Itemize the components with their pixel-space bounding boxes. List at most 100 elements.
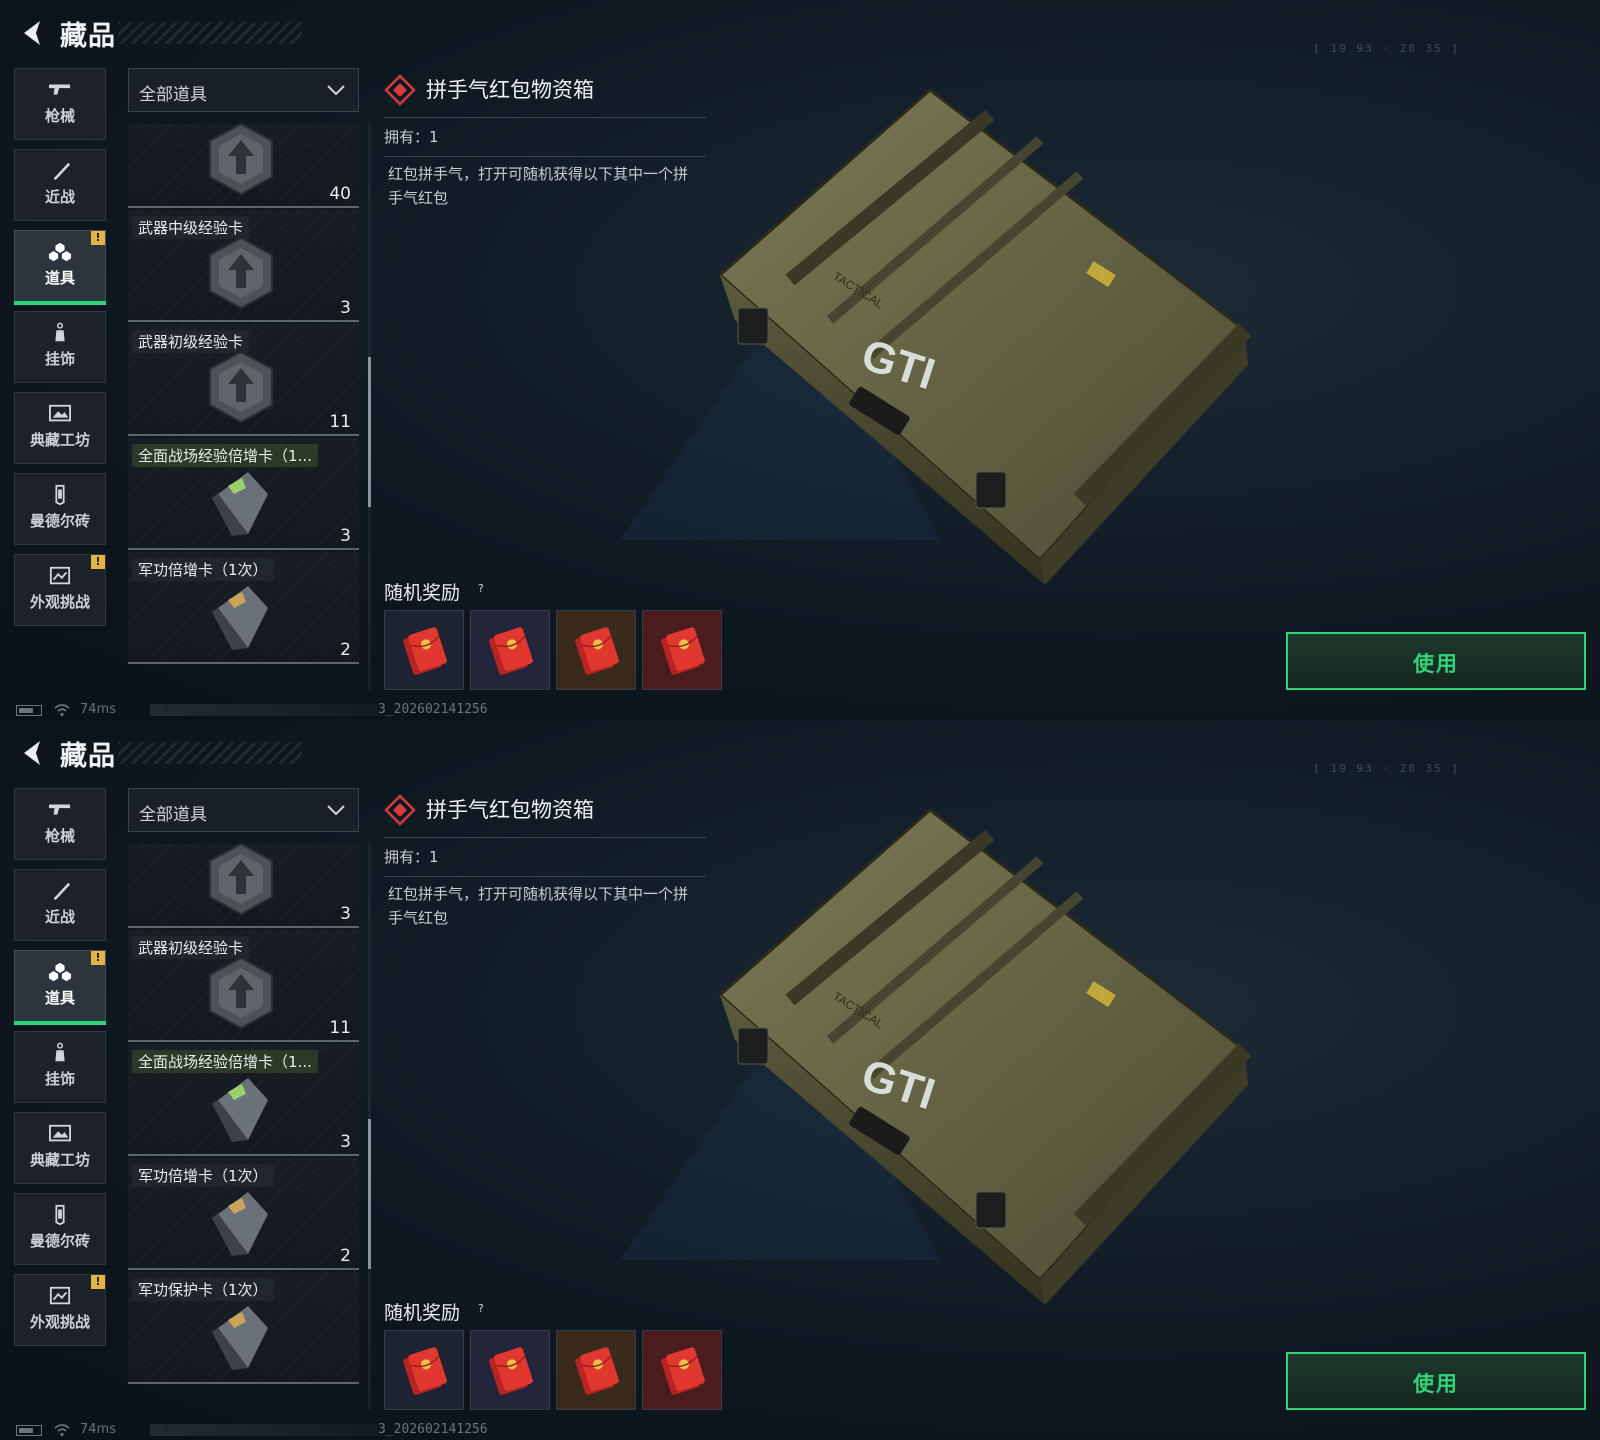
sidebar-item-label: 近战 <box>44 908 75 926</box>
sidebar-item-label: 曼德尔砖 <box>29 1232 90 1250</box>
item-name: 武器中级经验卡 <box>132 216 250 239</box>
sidebar-item-3[interactable]: 道具! <box>14 230 106 305</box>
list-item[interactable]: 武器中级经验卡 3 <box>128 210 359 322</box>
reward-item[interactable] <box>470 1330 550 1410</box>
sidebar-item-label: 道具 <box>44 989 75 1007</box>
sidebar-item-3[interactable]: 道具! <box>14 950 106 1025</box>
weapon-exp-card-icon <box>208 956 274 1030</box>
redacted-player-id <box>150 704 378 716</box>
sidebar-item-label: 道具 <box>44 269 75 287</box>
list-item[interactable]: 3 <box>128 844 359 928</box>
sidebar-item-5[interactable]: 典藏工坊 <box>14 392 106 464</box>
item-count: 2 <box>340 640 351 660</box>
wifi-icon <box>54 704 70 717</box>
use-button[interactable]: 使用 <box>1286 1352 1586 1410</box>
scrollbar-thumb[interactable] <box>368 357 371 507</box>
merit-protect-card-icon <box>208 1298 274 1372</box>
random-rewards-title: 随机奖励 <box>384 582 461 604</box>
use-button[interactable]: 使用 <box>1286 632 1586 690</box>
item-title: 拼手气红包物资箱 <box>426 78 594 102</box>
item-count: 40 <box>329 184 351 204</box>
reward-item[interactable] <box>642 1330 722 1410</box>
item-filter-dropdown[interactable]: 全部道具 <box>128 68 359 112</box>
ping-readout: 74ms <box>80 702 116 717</box>
category-sidebar: 枪械近战道具! 挂饰典藏工坊曼德尔砖外观挑战! <box>14 788 106 1355</box>
item-list: 40 武器中级经验卡 3 武器初级经验卡 11 全面战场经验倍增卡（1... 3 军功倍增卡（… <box>128 124 359 690</box>
item-count: 2 <box>340 1246 351 1266</box>
merit-boost-card-icon <box>208 578 274 652</box>
item-description: 红包拼手气，打开可随机获得以下其中一个拼手气红包 <box>388 885 689 927</box>
sidebar-item-5[interactable]: 典藏工坊 <box>14 1112 106 1184</box>
list-item[interactable]: 军功倍增卡（1次） 2 <box>128 1158 359 1270</box>
list-item[interactable]: 全面战场经验倍增卡（1... 3 <box>128 438 359 550</box>
list-item[interactable]: 全面战场经验倍增卡（1... 3 <box>128 1044 359 1156</box>
knife-icon <box>15 870 105 904</box>
redacted-player-id <box>150 1424 378 1436</box>
build-id: 3_202602141256 <box>378 702 488 717</box>
list-item[interactable]: 武器初级经验卡 11 <box>128 930 359 1042</box>
reward-item[interactable] <box>384 610 464 690</box>
sidebar-item-label: 近战 <box>44 188 75 206</box>
military-crate-icon: GTI TACTICAL <box>717 88 1252 585</box>
sidebar-item-label: 枪械 <box>44 107 75 125</box>
owned-count: 拥有：1 <box>384 128 439 146</box>
divider <box>384 117 706 118</box>
item-name: 军功保护卡（1次） <box>132 1278 274 1301</box>
sidebar-item-7[interactable]: 外观挑战! <box>14 554 106 626</box>
build-id: 3_202602141256 <box>378 1422 488 1437</box>
item-count: 3 <box>340 1132 351 1152</box>
list-item[interactable]: 军功倍增卡（1次） 2 <box>128 552 359 664</box>
item-count: 11 <box>329 412 351 432</box>
sidebar-item-label: 挂饰 <box>44 1070 75 1088</box>
notification-badge: ! <box>91 951 105 965</box>
item-name: 武器初级经验卡 <box>132 330 250 353</box>
use-button-label: 使用 <box>1413 1372 1459 1396</box>
help-icon[interactable]: ? <box>478 582 484 595</box>
item-title: 拼手气红包物资箱 <box>426 798 594 822</box>
sidebar-item-4[interactable]: 挂饰 <box>14 1031 106 1103</box>
screen-2: 藏品 [ 19 93 · 20 35 ] 枪械近战道具! 挂饰典藏工坊曼德尔砖外观… <box>0 720 1600 1440</box>
sidebar-item-2[interactable]: 近战 <box>14 149 106 221</box>
chevron-left-icon[interactable] <box>18 738 44 768</box>
reward-item[interactable] <box>384 1330 464 1410</box>
coordinate-readout: [ 19 93 · 20 35 ] <box>1313 42 1460 55</box>
owned-count: 拥有：1 <box>384 848 439 866</box>
item-count: 11 <box>329 1018 351 1038</box>
list-item[interactable]: 军功保护卡（1次） <box>128 1272 359 1384</box>
list-item[interactable]: 40 <box>128 124 359 208</box>
scrollbar-thumb[interactable] <box>368 1119 371 1269</box>
reward-item[interactable] <box>642 610 722 690</box>
sidebar-item-label: 典藏工坊 <box>29 1151 90 1169</box>
reward-item[interactable] <box>556 1330 636 1410</box>
item-list-scrollbar[interactable] <box>368 844 371 1410</box>
sidebar-item-7[interactable]: 外观挑战! <box>14 1274 106 1346</box>
wifi-icon <box>54 1424 70 1437</box>
chevron-left-icon[interactable] <box>18 18 44 48</box>
reward-item[interactable] <box>470 610 550 690</box>
page-title: 藏品 <box>60 741 116 772</box>
item-filter-dropdown[interactable]: 全部道具 <box>128 788 359 832</box>
weapon-exp-card-icon <box>208 350 274 424</box>
red-diamond-icon <box>384 74 416 106</box>
chevron-down-icon <box>327 85 345 96</box>
coordinate-readout: [ 19 93 · 20 35 ] <box>1313 762 1460 775</box>
sidebar-item-6[interactable]: 曼德尔砖 <box>14 1193 106 1265</box>
gun-icon <box>15 69 105 103</box>
item-list-scrollbar[interactable] <box>368 124 371 690</box>
sidebar-item-2[interactable]: 近战 <box>14 869 106 941</box>
help-icon[interactable]: ? <box>478 1302 484 1315</box>
sidebar-item-1[interactable]: 枪械 <box>14 68 106 140</box>
item-name: 全面战场经验倍增卡（1... <box>132 1050 318 1073</box>
notification-badge: ! <box>91 231 105 245</box>
ping-readout: 74ms <box>80 1422 116 1437</box>
sidebar-item-4[interactable]: 挂饰 <box>14 311 106 383</box>
exp-boost-card-icon <box>208 464 274 538</box>
divider <box>384 837 706 838</box>
item-name: 武器初级经验卡 <box>132 936 250 959</box>
sidebar-item-6[interactable]: 曼德尔砖 <box>14 473 106 545</box>
reward-item[interactable] <box>556 610 636 690</box>
list-item[interactable]: 武器初级经验卡 11 <box>128 324 359 436</box>
filter-label: 全部道具 <box>139 85 207 105</box>
sidebar-item-1[interactable]: 枪械 <box>14 788 106 860</box>
use-button-label: 使用 <box>1413 652 1459 676</box>
